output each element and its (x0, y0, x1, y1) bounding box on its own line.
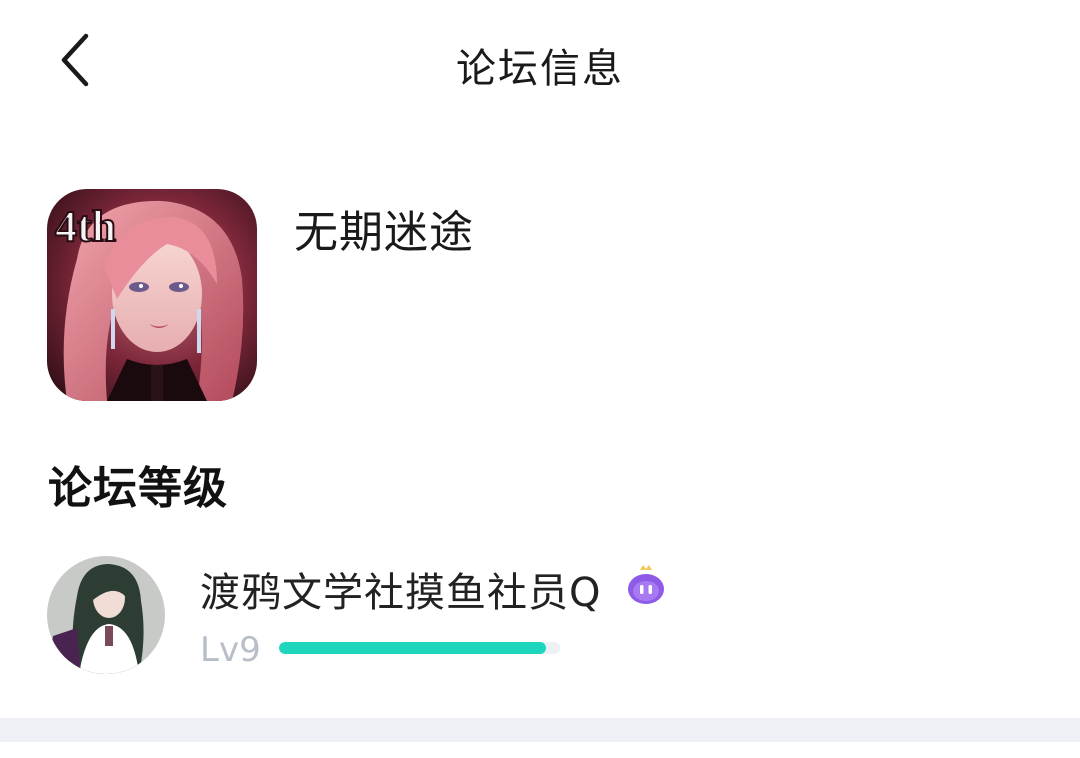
forum-cover-image: 4th (47, 189, 257, 401)
section-divider (0, 718, 1080, 742)
section-title-forum-level: 论坛等级 (48, 463, 228, 514)
user-level: Lv9 (200, 630, 261, 670)
forum-name: 无期迷途 (294, 207, 474, 258)
user-name: 渡鸦文学社摸鱼社员Q (200, 570, 602, 616)
level-progress-bar (279, 642, 560, 654)
level-progress-fill (279, 642, 546, 654)
top-bar: 论坛信息 (0, 0, 1080, 120)
page-title: 论坛信息 (456, 46, 624, 92)
forum-info-page: 论坛信息 4th 无期迷途 论坛等级 渡鸦文学社摸鱼社员Q Lv9 (0, 0, 1080, 758)
user-avatar[interactable] (47, 556, 165, 674)
forum-icon-badge: 4th (55, 202, 116, 251)
purple-mascot-badge-icon[interactable] (626, 564, 666, 606)
forum-icon[interactable]: 4th (47, 189, 257, 401)
avatar-image (47, 556, 165, 674)
